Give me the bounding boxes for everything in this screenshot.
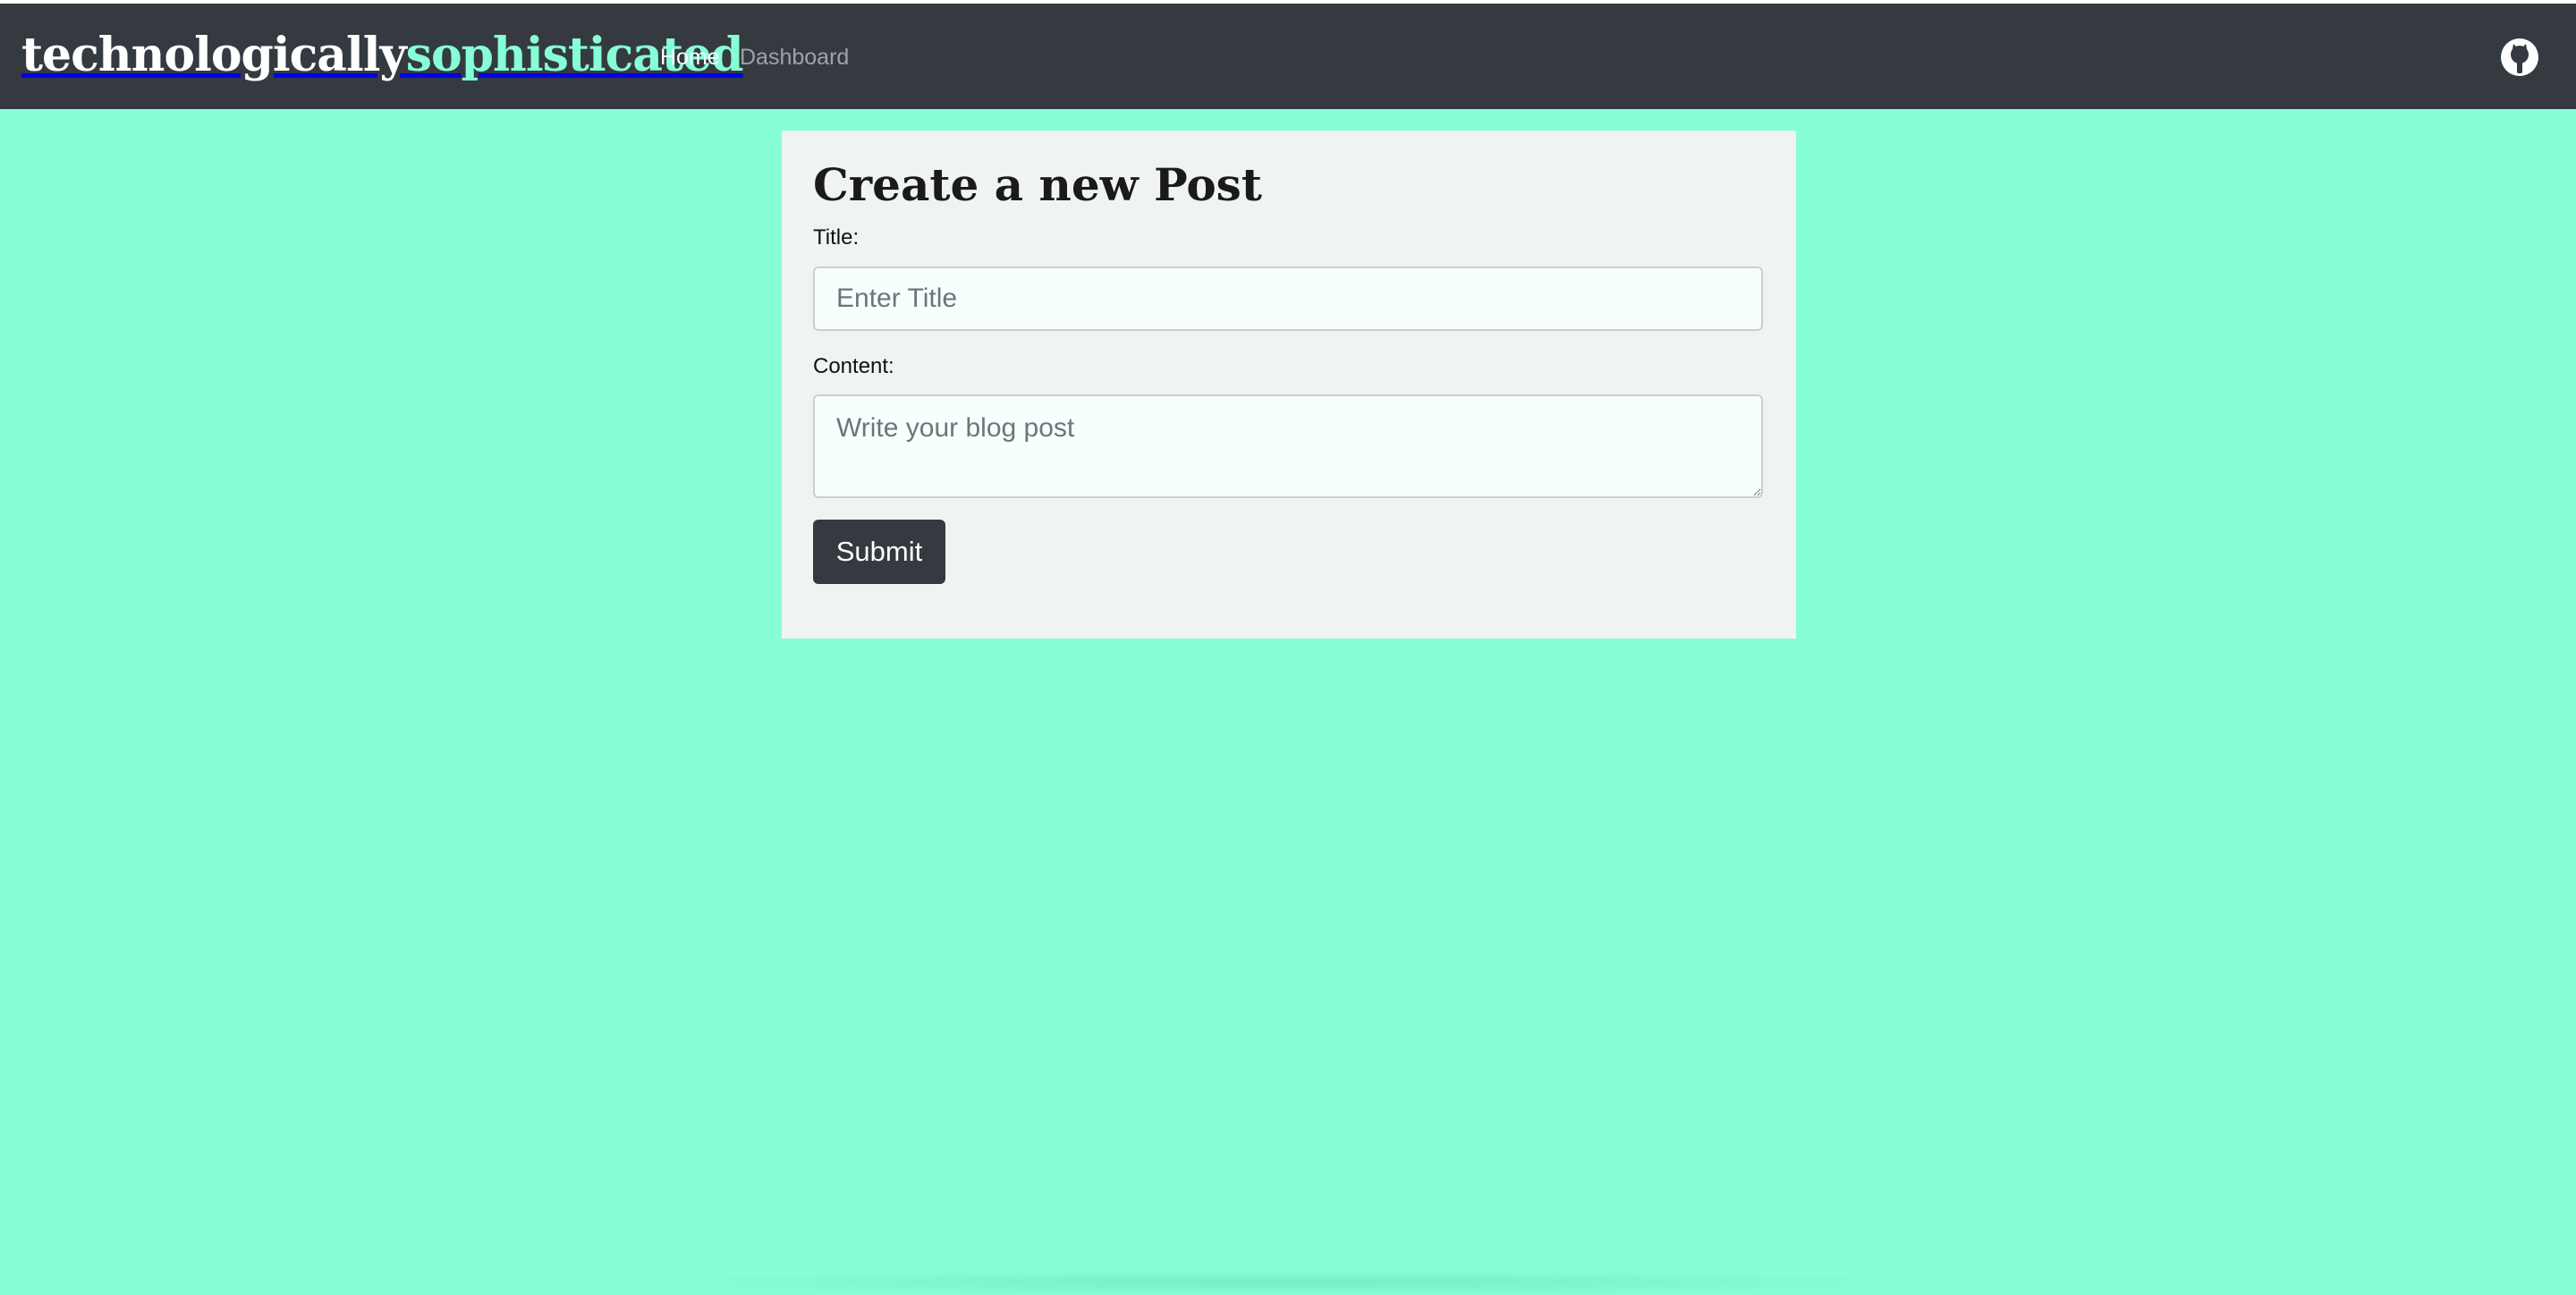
nav-link-home[interactable]: Home: [660, 43, 720, 72]
submit-button[interactable]: Submit: [813, 520, 945, 584]
brand-text-primary: technologically: [21, 28, 407, 82]
brand-logo[interactable]: technologicallysophisticated: [21, 27, 743, 84]
bottom-shadow: [626, 1270, 1950, 1295]
title-label: Title:: [813, 225, 860, 250]
page-title: Create a new Post: [813, 158, 1262, 211]
content-textarea[interactable]: [813, 394, 1763, 498]
nav-link-dashboard[interactable]: Dashboard: [740, 43, 849, 72]
create-post-card: Create a new Post Title: Content: Submit: [782, 131, 1796, 639]
github-icon[interactable]: [2500, 38, 2539, 77]
navbar: technologicallysophisticated Home Dashbo…: [0, 4, 2576, 109]
title-input[interactable]: [813, 267, 1763, 331]
content-label: Content:: [813, 354, 894, 378]
